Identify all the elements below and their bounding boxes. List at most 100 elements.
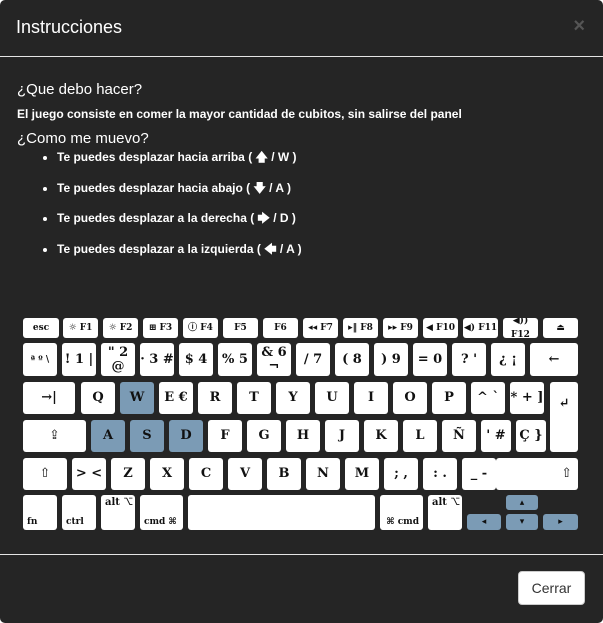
key-c: C [189,458,223,490]
modal-header: Instrucciones × [0,0,603,57]
key-label: ⇧ [561,466,572,481]
key-right-shift: ⇧ [496,458,578,490]
key-enye: Ñ [442,420,476,452]
key-label: ☼ F2 [108,323,133,333]
key-label: ª º \ [30,354,50,365]
key-6: & 6 ¬ [257,343,291,376]
key-e: E € [159,382,193,414]
key-label: J [338,428,346,443]
key-label: D [180,428,192,443]
goal-text: El juego consiste en comer la mayor cant… [17,107,462,121]
close-icon[interactable]: × [573,16,585,36]
key-label: % 5 [222,351,248,367]
key-g: G [247,420,281,452]
key-label: X [161,466,173,481]
key-label: R [209,390,221,405]
key-f7: ◂◂ F7 [303,318,338,338]
key-t: T [237,382,271,414]
key-label: ! 1 | [64,351,94,367]
key-label: ? ' [460,351,478,367]
keyboard-diagram: esc ☼ F1 ☼ F2 ⊞ F3 ⓘ F4 F5 F6 ◂◂ F7 ▸‖ F… [23,318,578,532]
key-label: L [415,428,425,443]
key-9: ) 9 [374,343,408,376]
key-4: $ 4 [179,343,213,376]
key-right-alt: alt ⌥ [428,495,462,530]
key-label: esc [32,323,50,333]
key-label: K [375,428,387,443]
key-label: E € [164,390,188,405]
key-n: N [306,458,340,490]
key-label: / 7 [303,351,323,367]
key-label: & 6 ¬ [261,344,287,374]
key-label: F5 [234,323,247,333]
move-down-item: Te puedes desplazar hacia abajo ( 🡇 / A … [57,179,302,210]
key-label: ctrl [66,517,84,527]
key-label: C [200,466,212,481]
key-colon: : . [423,458,457,490]
key-f8: ▸‖ F8 [343,318,378,338]
up-arrow-icon: ▴ [519,497,525,508]
key-i: I [354,382,388,414]
question-how: ¿Como me muevo? [17,130,149,147]
key-label: ; , [394,466,408,481]
key-8: ( 8 [335,343,369,376]
key-label: Q [92,390,104,405]
key-f6: F6 [263,318,298,338]
key-left-cmd: cmd ⌘ [140,495,183,530]
key-cedilla: Ç } [516,420,546,452]
key-label: U [326,390,338,405]
key-esc: esc [23,318,59,338]
up-arrow-key: ▴ [506,495,538,510]
key-label: ' # [486,428,506,443]
key-fn: fn [23,495,57,530]
key-label: ⇪ [49,428,60,443]
question-what: ¿Que debo hacer? [17,81,143,98]
key-3: · 3 # [140,343,174,376]
move-up-item: Te puedes desplazar hacia arriba ( 🡅 / W… [57,148,302,179]
move-left-item: Te puedes desplazar a la izquierda ( 🡄 /… [57,240,302,271]
key-label: T [249,390,259,405]
key-f3: ⊞ F3 [143,318,178,338]
key-label: ⊞ F3 [148,323,173,333]
key-v: V [228,458,262,490]
key-label: ← [548,351,560,367]
key-7: / 7 [296,343,330,376]
key-label: ¿ ¡ [499,351,517,367]
key-2: " 2 @ [101,343,135,376]
key-inverted-question: ¿ ¡ [491,343,525,376]
key-f2: ☼ F2 [103,318,138,338]
key-f5: F5 [223,318,258,338]
key-f12: ◀)) F12 [503,318,538,338]
key-h: H [286,420,320,452]
key-label: ⓘ F4 [188,323,213,333]
key-label: ▸‖ F8 [348,323,373,333]
key-label: : . [433,466,447,481]
key-label: ☼ F1 [68,323,93,333]
key-label: →| [41,390,57,405]
key-label: ⌘ cmd [386,517,419,527]
key-left-alt: alt ⌥ [101,495,135,530]
key-label: = 0 [417,351,443,367]
key-d: D [169,420,203,452]
key-j: J [325,420,359,452]
key-right-cmd: ⌘ cmd [380,495,423,530]
key-apostrophe: ? ' [452,343,486,376]
key-caret: ^ ` [471,382,505,414]
close-button[interactable]: Cerrar [518,571,585,605]
instructions-modal: Instrucciones × ¿Que debo hacer? El jueg… [0,0,603,623]
right-arrow-icon: ▸ [558,517,563,527]
key-label: alt ⌥ [432,497,461,508]
down-arrow-key: ▾ [506,514,538,530]
key-label: H [296,428,310,443]
key-s: S [130,420,164,452]
key-caps-lock: ⇪ [23,420,86,452]
key-label: F6 [274,323,287,333]
right-arrow-key: ▸ [543,514,578,530]
key-label: B [278,466,290,481]
key-label: ^ ` [477,390,499,405]
key-tab: →| [23,382,75,414]
left-arrow-icon: ◂ [481,517,487,527]
key-p: P [432,382,466,414]
key-f1: ☼ F1 [63,318,98,338]
key-label: " 2 @ [107,344,129,374]
